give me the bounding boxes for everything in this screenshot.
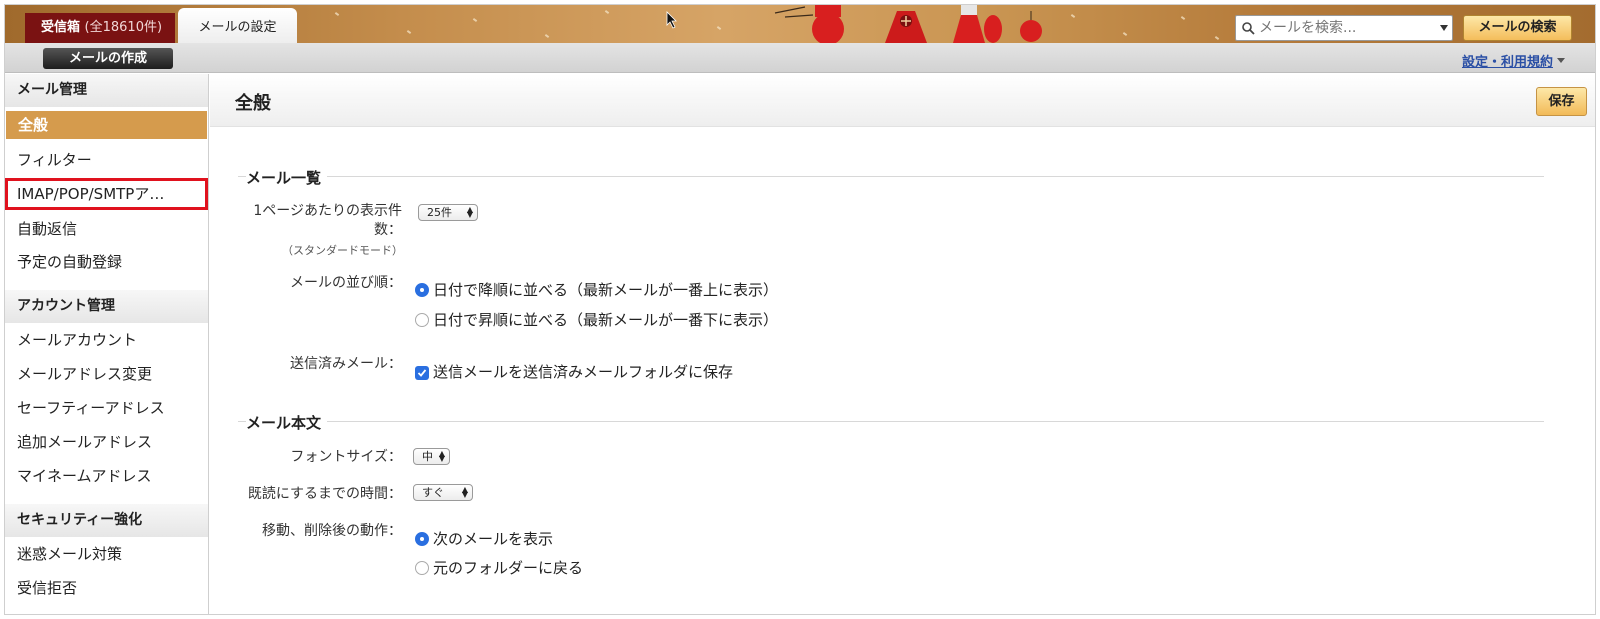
font-size-select[interactable]: 中 ▲ ▼: [413, 448, 450, 465]
per-page-sublabel: （スタンダードモード）: [282, 244, 403, 257]
tab-inbox[interactable]: 受信箱 (全18610件): [25, 13, 175, 43]
search-dropdown-icon[interactable]: [1440, 25, 1448, 31]
sidebar-item-additional-address[interactable]: 追加メールアドレス: [5, 426, 208, 458]
divider: [238, 176, 1544, 177]
search-button[interactable]: メールの検索: [1463, 15, 1572, 41]
sidebar-section-mail-management: メール管理: [5, 74, 208, 107]
select-arrows-icon: ▲ ▼: [461, 485, 468, 499]
return-to-folder-radio[interactable]: [415, 561, 429, 575]
save-sent-checkbox[interactable]: [415, 366, 429, 380]
sidebar-item-spam[interactable]: 迷惑メール対策: [5, 538, 208, 570]
sidebar-item-mail-account[interactable]: メールアカウント: [5, 324, 208, 356]
check-icon: [417, 369, 427, 377]
sidebar-item-safety-address[interactable]: セーフティーアドレス: [5, 392, 208, 424]
sidebar-item-auto-schedule[interactable]: 予定の自動登録: [5, 246, 208, 278]
page-title: 全般: [235, 93, 271, 114]
sidebar-item-change-address[interactable]: メールアドレス変更: [5, 358, 208, 390]
sidebar-item-imap-pop-smtp[interactable]: IMAP/POP/SMTPア…: [5, 178, 208, 210]
font-size-label: フォントサイズ：: [290, 449, 402, 465]
search-icon: [1242, 22, 1255, 35]
section-title-mail-list: メール一覧: [246, 167, 328, 188]
search-input[interactable]: [1259, 18, 1429, 38]
show-next-mail-label[interactable]: 次のメールを表示: [433, 529, 553, 549]
sidebar-item-general[interactable]: 全般: [6, 111, 207, 139]
select-arrows-icon: ▲ ▼: [466, 205, 473, 219]
after-move-label: 移動、削除後の動作：: [262, 523, 402, 539]
settings-terms-link[interactable]: 設定・利用規約: [1462, 51, 1553, 70]
tab-mail-settings[interactable]: メールの設定: [178, 8, 297, 43]
per-page-select[interactable]: 25件 ▲ ▼: [418, 204, 478, 221]
show-next-mail-radio[interactable]: [415, 532, 429, 546]
chevron-down-icon[interactable]: [1557, 58, 1565, 63]
read-time-select[interactable]: すぐ ▲ ▼: [413, 484, 473, 501]
sent-mail-label: 送信済みメール：: [290, 356, 402, 372]
return-to-folder-label[interactable]: 元のフォルダーに戻る: [433, 558, 583, 578]
font-size-value: 中: [422, 450, 433, 463]
toolbar: メールの作成 設定・利用規約: [5, 43, 1595, 73]
tab-inbox-label: 受信箱: [41, 20, 81, 35]
select-arrows-icon: ▲ ▼: [438, 449, 445, 463]
save-button[interactable]: 保存: [1536, 87, 1587, 116]
sidebar: メール管理 全般 フィルター IMAP/POP/SMTPア… 自動返信 予定の自…: [5, 74, 209, 614]
divider: [238, 421, 1544, 422]
cursor-icon: [666, 11, 677, 29]
tab-inbox-count: (全18610件): [84, 20, 163, 35]
sidebar-section-security: セキュリティー強化: [5, 504, 208, 537]
sort-desc-radio[interactable]: [415, 283, 429, 297]
sidebar-section-account-management: アカウント管理: [5, 290, 208, 323]
read-time-label: 既読にするまでの時間：: [247, 486, 402, 502]
sort-asc-label[interactable]: 日付で昇順に並べる（最新メールが一番下に表示）: [433, 310, 778, 330]
header-banner: 受信箱 (全18610件) メールの設定 メールの検索: [5, 5, 1595, 43]
compose-button[interactable]: メールの作成: [43, 48, 173, 69]
section-title-mail-body: メール本文: [246, 412, 328, 433]
sort-desc-label[interactable]: 日付で降順に並べる（最新メールが一番上に表示）: [433, 280, 778, 300]
sort-asc-radio[interactable]: [415, 313, 429, 327]
sidebar-item-auto-reply[interactable]: 自動返信: [5, 213, 208, 245]
per-page-value: 25件: [427, 206, 452, 219]
sidebar-item-filter[interactable]: フィルター: [5, 144, 208, 176]
decoration-figures-icon: [774, 5, 1042, 43]
read-time-value: すぐ: [422, 486, 444, 499]
save-sent-label[interactable]: 送信メールを送信済みメールフォルダに保存: [433, 362, 733, 382]
per-page-label-cont: 数：: [374, 222, 402, 238]
app-window: 受信箱 (全18610件) メールの設定 メールの検索 メールの作成 設定・利用…: [4, 4, 1596, 615]
search-box: [1235, 15, 1453, 41]
per-page-label: 1ページあたりの表示件: [253, 203, 402, 219]
sidebar-item-block-list[interactable]: 受信拒否: [5, 572, 208, 604]
sort-label: メールの並び順：: [290, 275, 402, 291]
title-bar: 全般 保存: [210, 74, 1595, 127]
main-content: 全般 保存 メール一覧 1ページあたりの表示件 数： （スタンダードモード） 2…: [210, 74, 1595, 614]
sidebar-item-myname-address[interactable]: マイネームアドレス: [5, 460, 208, 492]
